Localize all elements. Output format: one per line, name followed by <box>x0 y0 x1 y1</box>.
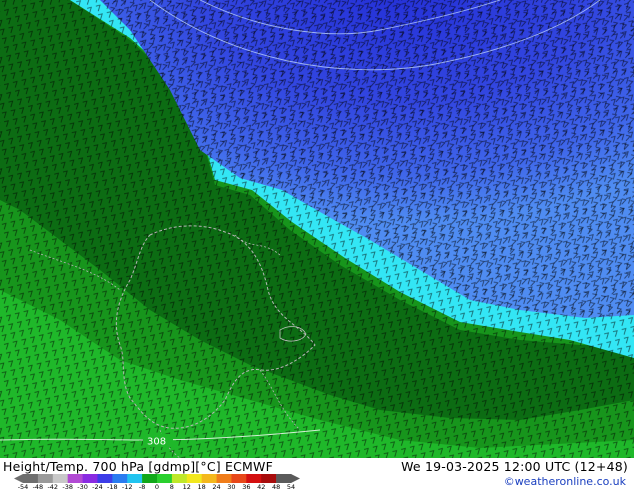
colorbar-segment <box>112 474 128 483</box>
colorbar-segment <box>142 474 158 483</box>
colorbar-segment <box>201 474 217 483</box>
contour-label: 308 <box>147 437 166 448</box>
colorbar-arrow-left <box>14 474 23 483</box>
site-credit: ©weatheronline.co.uk <box>503 475 626 488</box>
colorbar-segment <box>171 474 188 483</box>
colorbar-segment <box>82 474 98 483</box>
field-title: Height/Temp. 700 hPa [gdmp][°C] ECMWF <box>3 459 273 474</box>
valid-time: We 19-03-2025 12:00 UTC (12+48) <box>401 459 628 474</box>
colorbar-arrow-right <box>291 474 300 483</box>
weather-map: 308 <box>0 0 634 458</box>
colorbar-segment <box>261 474 277 483</box>
colorbar-segment <box>216 474 232 483</box>
colorbar-segment <box>186 474 202 483</box>
colorbar-segment <box>276 474 292 483</box>
colorbar-segment <box>23 474 39 483</box>
colorbar-segment <box>37 474 54 483</box>
colorbar-segment <box>246 474 262 483</box>
colorbar-segment <box>52 474 68 483</box>
colorbar-segment <box>231 474 247 483</box>
map-footer: Height/Temp. 700 hPa [gdmp][°C] ECMWF We… <box>0 458 634 491</box>
colorbar-segment <box>67 474 83 483</box>
colorbar-segment <box>127 474 143 483</box>
colorbar-segment <box>97 474 113 483</box>
map-canvas: 308 <box>0 0 634 458</box>
colorbar-segment <box>157 474 173 483</box>
